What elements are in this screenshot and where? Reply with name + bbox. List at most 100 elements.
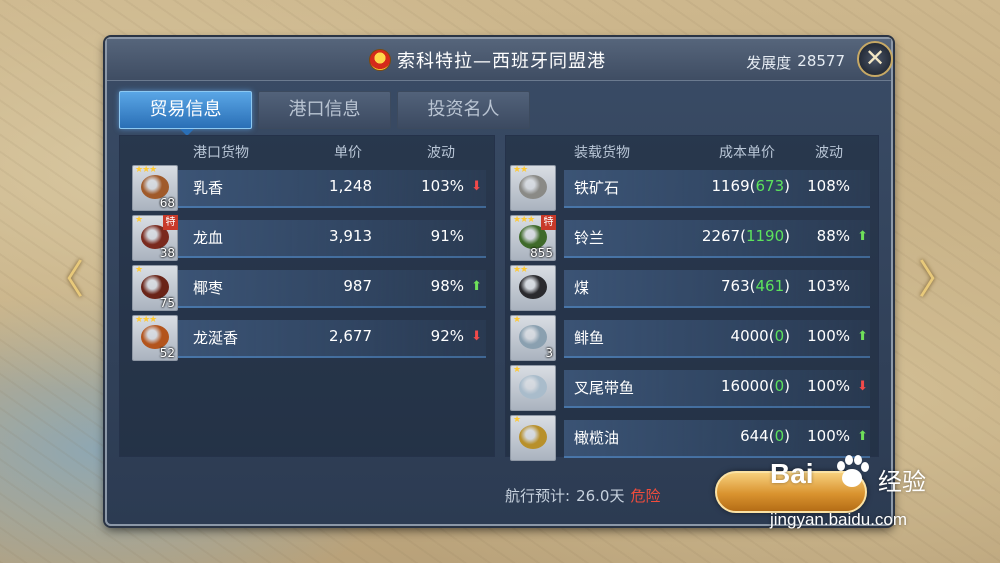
close-icon: ✕ <box>864 44 886 72</box>
goods-art-icon <box>519 375 547 399</box>
port-trade-dialog: 索科特拉—西班牙同盟港 发展度 28577 ✕ 贸易信息 港口信息 投资名人 港… <box>105 37 893 526</box>
cost-price: 4000(0) <box>731 327 790 345</box>
goods-quantity: 855 <box>530 246 553 260</box>
tab-trade-info[interactable]: 贸易信息 <box>119 91 252 129</box>
rarity-stars-icon: ★ <box>513 365 521 375</box>
cargo-header: 装载货物 成本单价 波动 <box>506 142 878 164</box>
danger-status: 危险 <box>630 487 661 505</box>
profit-value: 0 <box>774 427 785 445</box>
tab-port-info[interactable]: 港口信息 <box>258 91 391 129</box>
port-goods-row[interactable]: ★ 75 椰枣 987 98% ⬆ <box>120 264 494 312</box>
paren-close: ) <box>784 177 790 195</box>
cost-value: 1169 <box>711 177 750 195</box>
baidu-jingyan-watermark: Bai 经验 jingyan.baidu.com <box>770 455 970 538</box>
trend-down-icon: ⬇ <box>857 379 868 394</box>
goods-icon: ★★ <box>510 265 556 311</box>
goods-name: 铁矿石 <box>574 179 620 197</box>
cost-value: 2267 <box>701 227 741 245</box>
cargo-row[interactable]: ★ 橄榄油 644(0) 100% ⬆ <box>506 414 878 462</box>
cost-price: 2267(1190) <box>702 227 790 245</box>
cost-price: 644(0) <box>740 427 790 445</box>
fluctuation-value: 92% <box>430 327 464 345</box>
development-info: 发展度 28577 <box>746 52 845 73</box>
fluctuation-value: 91% <box>430 227 464 245</box>
port-goods-panel: 港口货物 单价 波动 ★★★ 68 乳香 1,248 103% ⬇ ★ 特 38 龙血 3,913 9… <box>119 135 495 457</box>
paren-close: ) <box>784 227 790 245</box>
trend-up-icon: ⬆ <box>857 429 868 444</box>
cargo-row[interactable]: ★★ 铁矿石 1169(673) 108% <box>506 164 878 212</box>
goods-name: 椰枣 <box>193 279 224 297</box>
cost-value: 16000 <box>721 377 769 395</box>
goods-icon: ★ <box>510 415 556 461</box>
goods-icon: ★★ <box>510 165 556 211</box>
voyage-label: 航行预计: <box>505 487 571 505</box>
cost-price: 763(461) <box>721 277 790 295</box>
unit-price: 3,913 <box>329 227 372 245</box>
goods-name: 铃兰 <box>574 229 605 247</box>
port-goods-row[interactable]: ★ 特 38 龙血 3,913 91% <box>120 214 494 262</box>
goods-icon: ★ 3 <box>510 315 556 361</box>
voyage-days: 26.0天 <box>576 487 625 505</box>
trend-down-icon: ⬇ <box>471 179 482 194</box>
goods-name: 叉尾带鱼 <box>574 379 635 397</box>
goods-name: 乳香 <box>193 179 224 197</box>
paren-close: ) <box>784 277 790 295</box>
cargo-row[interactable]: ★ 叉尾带鱼 16000(0) 100% ⬇ <box>506 364 878 412</box>
goods-quantity: 52 <box>159 346 175 360</box>
special-badge: 特 <box>163 215 178 230</box>
previous-port-arrow-icon[interactable]: 〈 <box>42 258 86 302</box>
profit-value: 1190 <box>745 227 785 245</box>
goods-icon: ★★★ 特 855 <box>510 215 556 261</box>
cargo-panel: 装载货物 成本单价 波动 ★★ 铁矿石 1169(673) 108% ★★★ 特 855 铃兰… <box>505 135 879 461</box>
cost-value: 4000 <box>730 327 769 345</box>
goods-icon: ★★★ 68 <box>132 165 178 211</box>
trend-up-icon: ⬆ <box>857 329 868 344</box>
port-goods-row[interactable]: ★★★ 52 龙涎香 2,677 92% ⬇ <box>120 314 494 362</box>
tab-investment-celebrities[interactable]: 投资名人 <box>397 91 530 129</box>
development-label: 发展度 <box>746 54 792 72</box>
special-badge: 特 <box>541 215 556 230</box>
goods-quantity: 68 <box>159 196 175 210</box>
header-unit-price: 单价 <box>334 145 362 161</box>
nation-flag-icon <box>369 49 391 71</box>
baidu-paw-icon <box>837 455 869 487</box>
rarity-stars-icon: ★ <box>135 265 143 275</box>
header-port-goods: 港口货物 <box>193 145 249 161</box>
header-fluctuation: 波动 <box>427 145 455 161</box>
header-cargo-fluctuation: 波动 <box>815 145 843 161</box>
port-goods-row[interactable]: ★★★ 68 乳香 1,248 103% ⬇ <box>120 164 494 212</box>
cargo-row[interactable]: ★★★ 特 855 铃兰 2267(1190) 88% ⬆ <box>506 214 878 262</box>
cost-price: 16000(0) <box>721 377 790 395</box>
cost-value: 763 <box>721 277 750 295</box>
paren-close: ) <box>784 377 790 395</box>
goods-art-icon <box>519 275 547 299</box>
dialog-title-bar: 索科特拉—西班牙同盟港 发展度 28577 <box>107 39 891 81</box>
tab-bar: 贸易信息 港口信息 投资名人 <box>119 91 530 129</box>
goods-name: 鲱鱼 <box>574 329 605 347</box>
cargo-row[interactable]: ★★ 煤 763(461) 103% <box>506 264 878 312</box>
fluctuation-value: 108% <box>807 177 850 195</box>
port-goods-header: 港口货物 单价 波动 <box>120 142 494 164</box>
goods-icon: ★ <box>510 365 556 411</box>
port-name: 索科特拉—西班牙同盟港 <box>397 51 606 72</box>
goods-art-icon <box>519 325 547 349</box>
rarity-stars-icon: ★★★ <box>135 315 157 325</box>
header-cargo-goods: 装载货物 <box>574 145 630 161</box>
goods-name: 橄榄油 <box>574 429 620 447</box>
fluctuation-value: 100% <box>807 327 850 345</box>
fluctuation-value: 103% <box>807 277 850 295</box>
cargo-row[interactable]: ★ 3 鲱鱼 4000(0) 100% ⬆ <box>506 314 878 362</box>
watermark-jingyan: 经验 <box>878 468 926 496</box>
goods-quantity: 3 <box>545 346 553 360</box>
next-port-arrow-icon[interactable]: 〉 <box>916 258 960 302</box>
close-button[interactable]: ✕ <box>857 41 893 77</box>
watermark-url: jingyan.baidu.com <box>770 510 908 529</box>
goods-quantity: 75 <box>159 296 175 310</box>
trend-up-icon: ⬆ <box>857 229 868 244</box>
goods-quantity: 38 <box>159 246 175 260</box>
rarity-stars-icon: ★★★ <box>513 215 535 225</box>
profit-value: 461 <box>755 277 785 295</box>
trend-up-icon: ⬆ <box>471 279 482 294</box>
rarity-stars-icon: ★★ <box>513 165 528 175</box>
cost-price: 1169(673) <box>711 177 790 195</box>
